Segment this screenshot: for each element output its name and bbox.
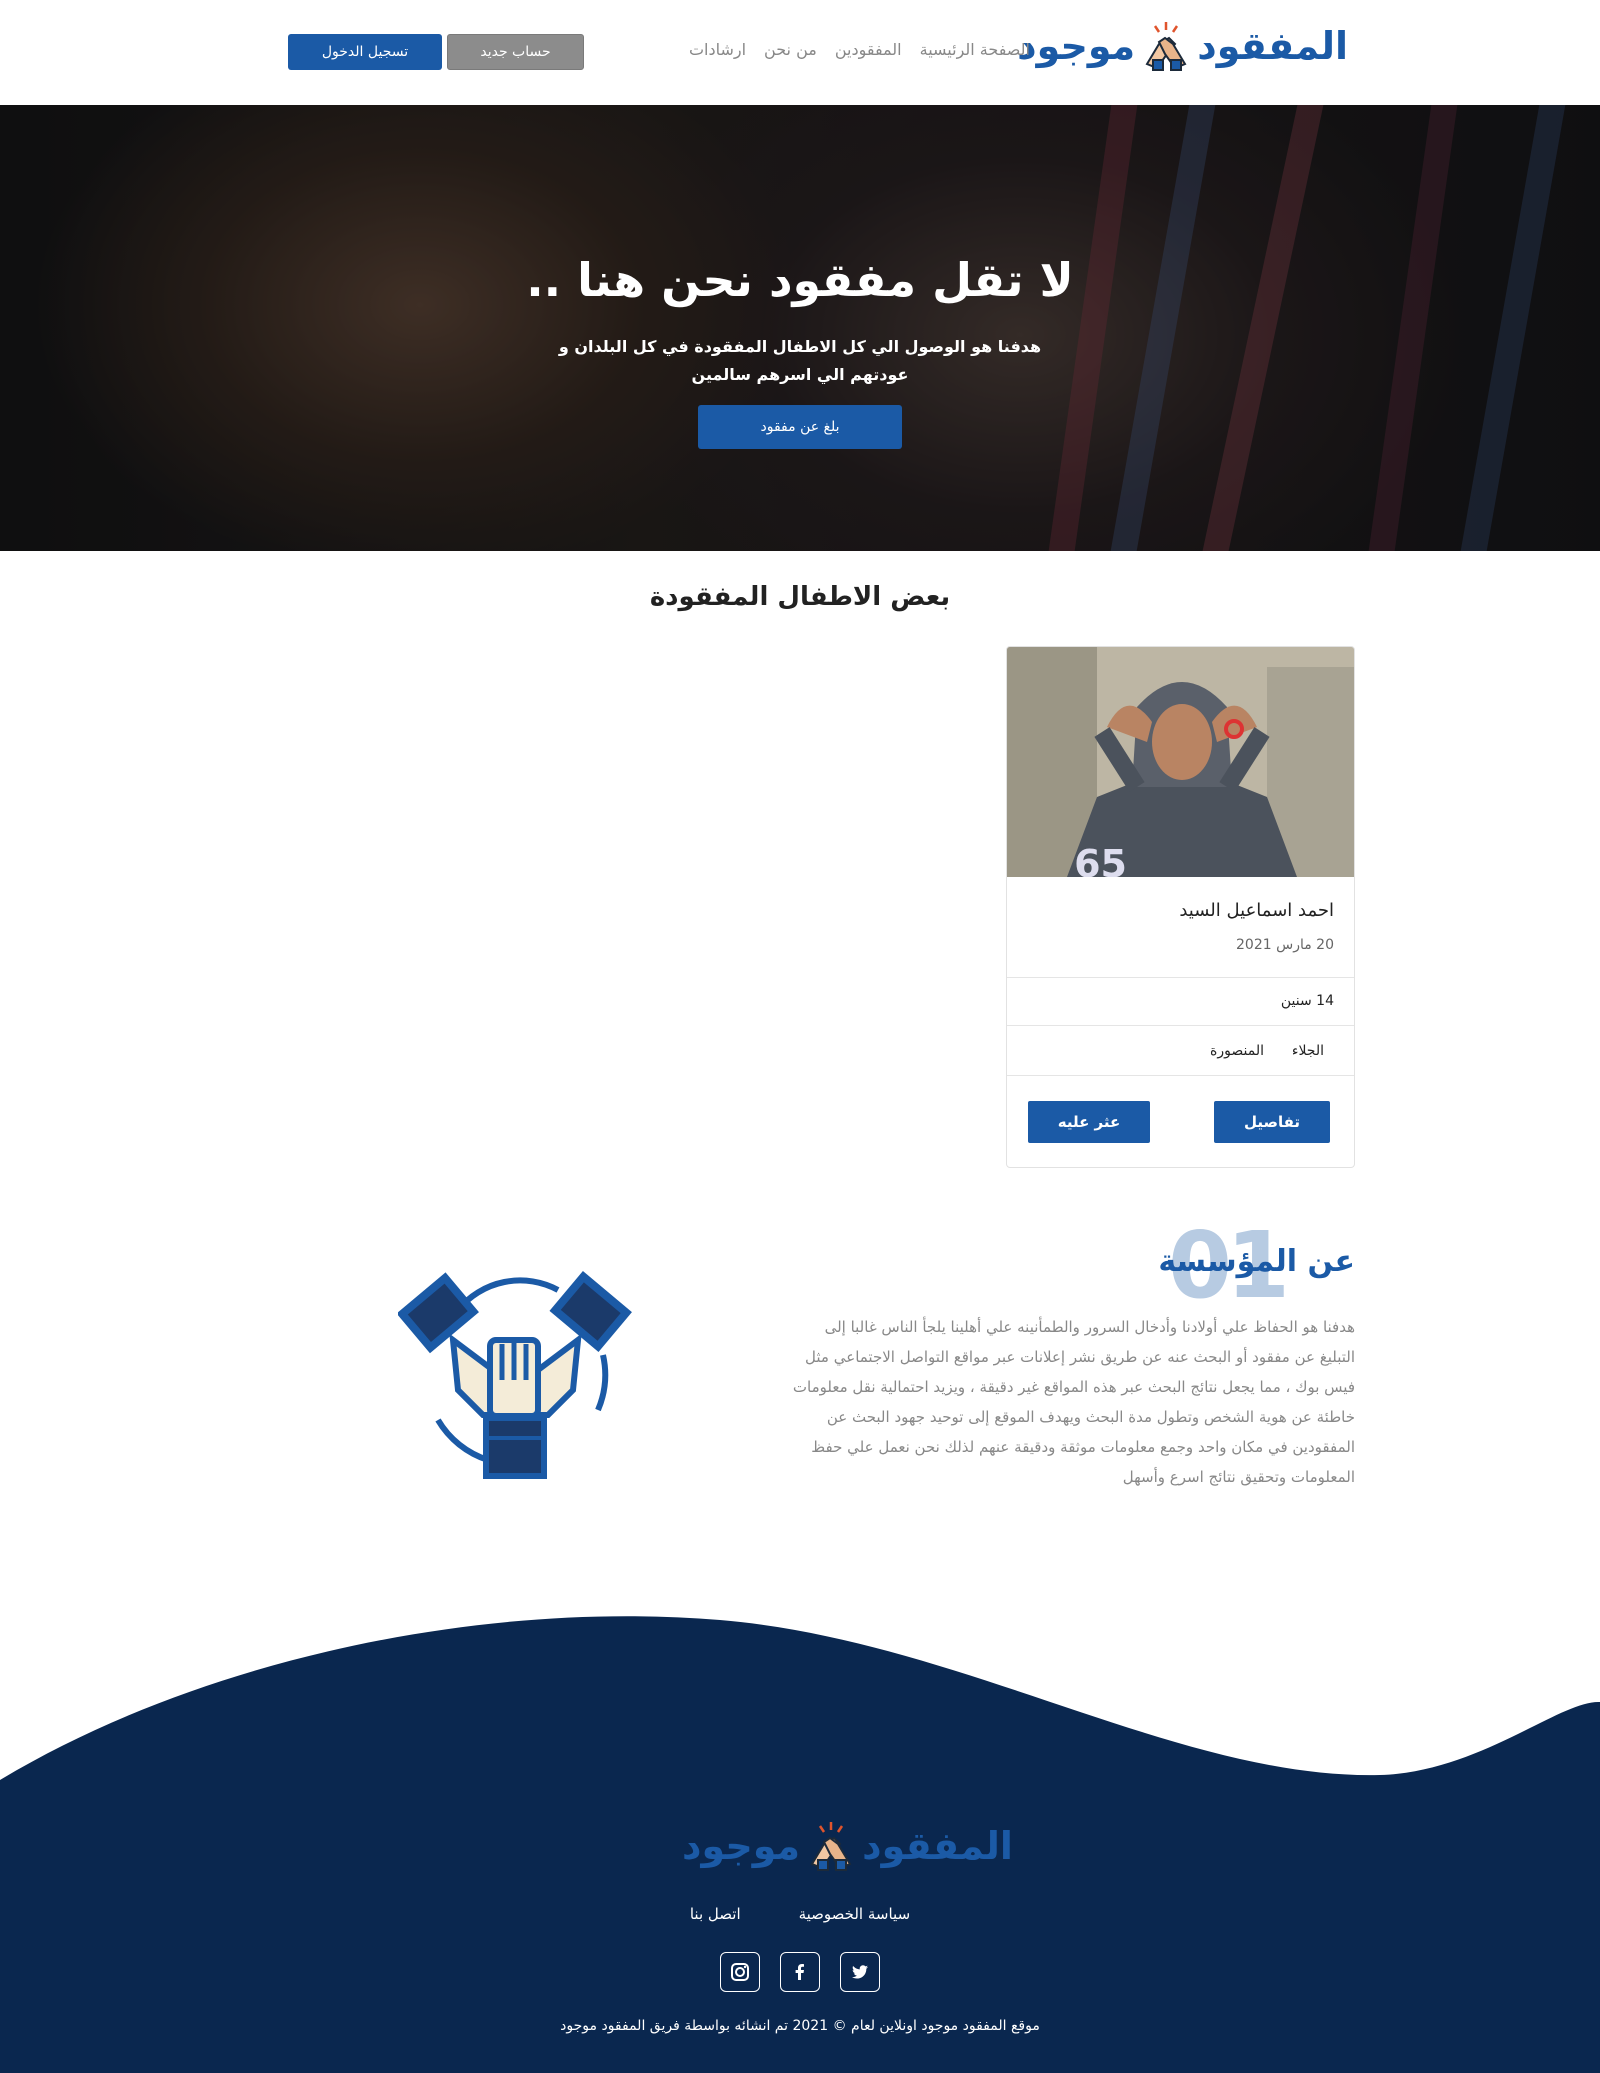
about-text: هدفنا هو الحفاظ علي أولادنا وأدخال السرو…: [792, 1318, 1355, 1486]
child-area: الجلاء: [1291, 1043, 1324, 1059]
hero-overlay: [0, 105, 1600, 551]
child-photo-art: 65: [1007, 647, 1354, 877]
child-photo: 65: [1007, 647, 1354, 877]
contact-us-link[interactable]: اتصل بنا: [690, 1905, 741, 1923]
child-age: 14 سنين: [1280, 993, 1334, 1009]
found-button[interactable]: عثر عليه: [1028, 1101, 1150, 1143]
twitter-icon[interactable]: [840, 1952, 880, 1992]
about-title: عن المؤسسة: [1158, 1244, 1355, 1279]
details-button[interactable]: تفاصيل: [1214, 1101, 1330, 1143]
handshake-icon: [1145, 22, 1187, 71]
register-button[interactable]: حساب جديد: [447, 34, 584, 70]
divider: [1007, 1025, 1354, 1026]
login-button[interactable]: تسجيل الدخول: [288, 34, 442, 70]
site-header: المفقود موجود الصفحة الرئيسية المفقودين …: [0, 0, 1600, 105]
main-nav: الصفحة الرئيسية المفقودين من نحن ارشادات: [689, 40, 1030, 59]
logo-word-missing: المفقود: [1197, 24, 1349, 68]
nav-about[interactable]: من نحن: [764, 40, 817, 59]
hero-title: لا تقل مفقود نحن هنا ..: [526, 253, 1074, 307]
svg-text:65: 65: [1074, 842, 1127, 877]
child-city: المنصورة: [1210, 1043, 1264, 1059]
child-name: احمد اسماعيل السيد: [1179, 900, 1334, 921]
logo-word-found: موجود: [682, 1824, 801, 1868]
logo-word-missing: المفقود: [862, 1824, 1014, 1868]
divider: [1007, 977, 1354, 978]
missing-section-title: بعض الاطفال المفقودة: [649, 582, 951, 612]
missing-child-card: 65 احمد اسماعيل السيد 20 مارس 2021 14 سن…: [1006, 646, 1355, 1168]
social-links: [720, 1952, 880, 1992]
hero-banner: لا تقل مفقود نحن هنا .. هدفنا هو الوصول …: [0, 105, 1600, 551]
nav-home[interactable]: الصفحة الرئيسية: [920, 40, 1030, 59]
site-logo[interactable]: المفقود موجود: [1017, 20, 1349, 72]
logo-word-found: موجود: [1017, 24, 1136, 68]
copyright-text: موقع المفقود موجود اونلاين لعام © 2021 ت…: [560, 2018, 1040, 2034]
joined-hands-icon: [398, 1271, 632, 1479]
privacy-policy-link[interactable]: سياسة الخصوصية: [799, 1905, 911, 1923]
instagram-icon[interactable]: [720, 1952, 760, 1992]
divider: [1007, 1075, 1354, 1076]
footer-logo[interactable]: المفقود موجود: [682, 1820, 1014, 1872]
hero-subtitle: هدفنا هو الوصول الي كل الاطفال المفقودة …: [558, 337, 1042, 384]
report-missing-button[interactable]: بلغ عن مفقود: [698, 405, 902, 449]
handshake-icon: [810, 1822, 852, 1871]
facebook-icon[interactable]: [780, 1952, 820, 1992]
nav-guidance[interactable]: ارشادات: [689, 40, 746, 59]
footer-links: سياسة الخصوصية اتصل بنا: [0, 1905, 1600, 1923]
missing-date: 20 مارس 2021: [1236, 937, 1334, 953]
nav-missing[interactable]: المفقودين: [835, 40, 902, 59]
